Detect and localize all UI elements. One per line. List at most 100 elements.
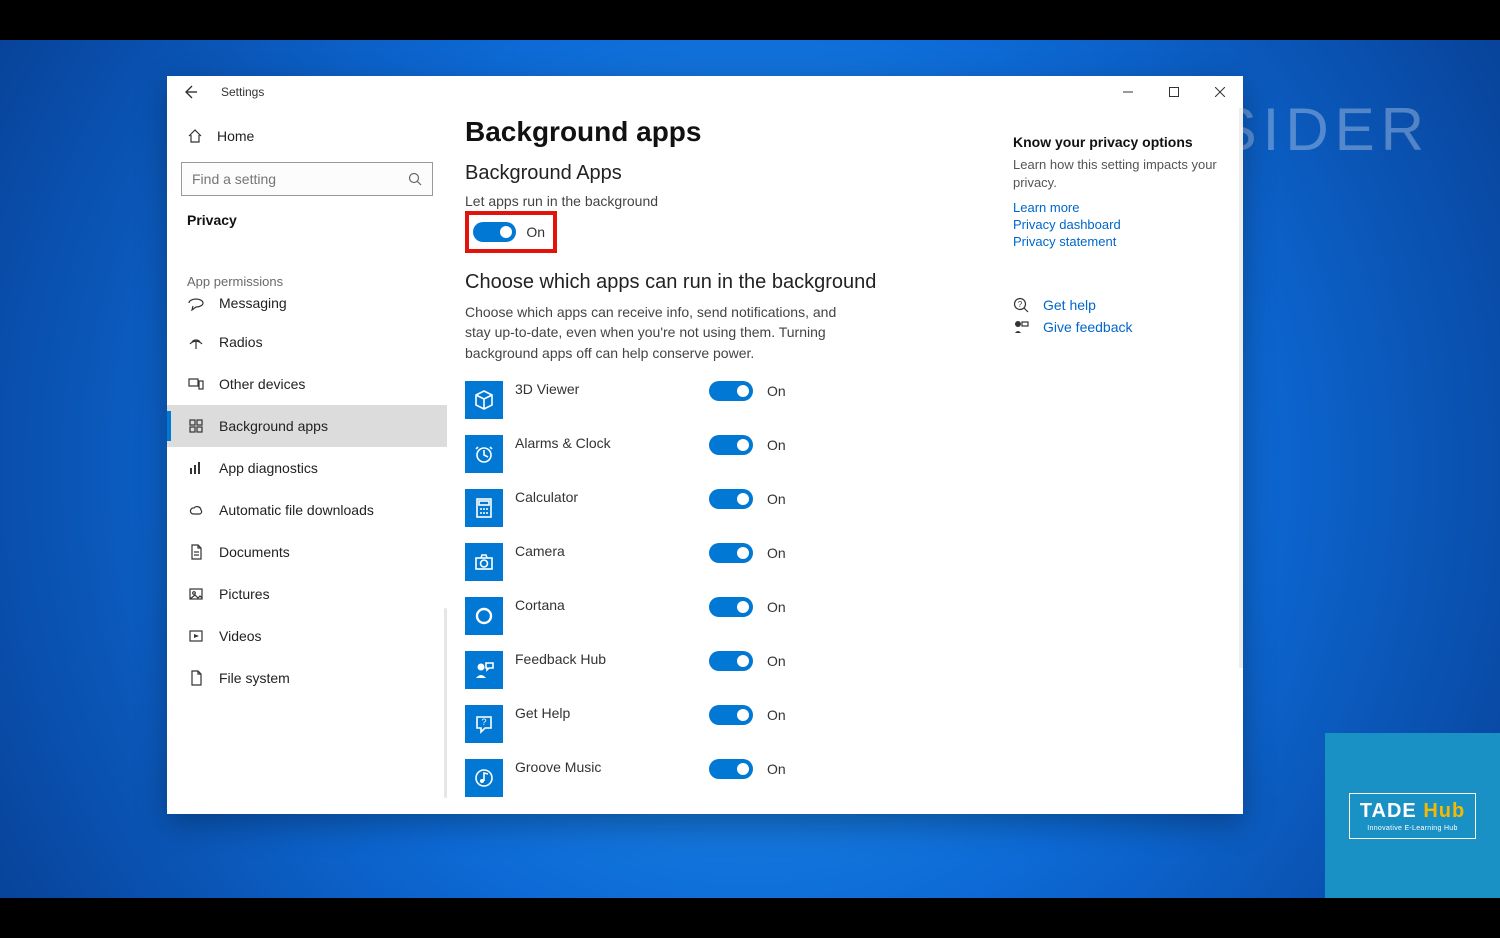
app-toggle[interactable]: [709, 435, 753, 455]
app-name-label: 3D Viewer: [515, 381, 705, 397]
link-learn-more[interactable]: Learn more: [1013, 200, 1231, 215]
app-toggle-wrap: On: [709, 489, 786, 509]
toggle-knob-icon: [500, 226, 512, 238]
sidebar-item-label: File system: [219, 670, 290, 686]
toggle-knob-icon: [737, 547, 749, 559]
letterbox-top: [0, 0, 1500, 40]
app-name-label: Feedback Hub: [515, 651, 705, 667]
radio-icon: [187, 334, 205, 350]
app-toggle-wrap: On: [709, 435, 786, 455]
svg-text:?: ?: [1018, 300, 1023, 309]
app-toggle[interactable]: [709, 651, 753, 671]
file-icon: [187, 670, 205, 686]
sidebar-item-label: Videos: [219, 628, 262, 644]
minimize-button[interactable]: [1105, 76, 1151, 108]
search-input[interactable]: [192, 171, 408, 187]
app-name-label: Cortana: [515, 597, 705, 613]
link-privacy-dashboard[interactable]: Privacy dashboard: [1013, 217, 1231, 232]
sidebar-item-label: App diagnostics: [219, 460, 318, 476]
sidebar-item-file-system[interactable]: File system: [167, 657, 447, 699]
back-button[interactable]: [167, 84, 213, 100]
app-toggle-state: On: [767, 707, 786, 723]
tadehub-tagline: Innovative E-Learning Hub: [1360, 825, 1465, 832]
master-toggle[interactable]: [473, 222, 516, 242]
back-arrow-icon: [182, 84, 198, 100]
sidebar-item-label: Pictures: [219, 586, 270, 602]
app-toggle[interactable]: [709, 489, 753, 509]
help-icon: ?: [465, 705, 503, 743]
content-scrollbar[interactable]: [1239, 108, 1243, 668]
sidebar-item-automatic-file-downloads[interactable]: Automatic file downloads: [167, 489, 447, 531]
app-toggle-state: On: [767, 599, 786, 615]
app-row-get-help: ? Get Help On: [465, 705, 989, 743]
content-area: Background apps Background Apps Let apps…: [447, 108, 1243, 814]
sidebar-item-label: Documents: [219, 544, 290, 560]
search-box[interactable]: [181, 162, 433, 196]
get-help-icon: ?: [1013, 297, 1031, 313]
sidebar-item-documents[interactable]: Documents: [167, 531, 447, 573]
sidebar-item-radios[interactable]: Radios: [167, 321, 447, 363]
search-container: [181, 162, 433, 196]
toggle-knob-icon: [737, 709, 749, 721]
sidepanel-desc: Learn how this setting impacts your priv…: [1013, 156, 1231, 192]
picture-icon: [187, 586, 205, 602]
camera-icon: [465, 543, 503, 581]
cube-icon: [465, 381, 503, 419]
calc-icon: [465, 489, 503, 527]
app-toggle[interactable]: [709, 705, 753, 725]
app-toggle-wrap: On: [709, 759, 786, 779]
sidebar-item-videos[interactable]: Videos: [167, 615, 447, 657]
section2-desc: Choose which apps can receive info, send…: [465, 302, 855, 363]
app-row-calculator: Calculator On: [465, 489, 989, 527]
sidebar-item-background-apps[interactable]: Background apps: [167, 405, 447, 447]
category-header: Privacy: [167, 206, 447, 238]
minimize-icon: [1123, 87, 1133, 97]
titlebar: Settings: [167, 76, 1243, 108]
app-toggle[interactable]: [709, 543, 753, 563]
home-nav-item[interactable]: Home: [167, 116, 447, 156]
sidebar-item-messaging[interactable]: Messaging: [167, 295, 447, 321]
toggle-knob-icon: [737, 439, 749, 451]
link-privacy-statement[interactable]: Privacy statement: [1013, 234, 1231, 249]
home-icon: [187, 128, 203, 144]
search-icon: [408, 172, 422, 186]
app-name-label: Calculator: [515, 489, 705, 505]
app-toggle-state: On: [767, 653, 786, 669]
give-feedback-row[interactable]: Give feedback: [1013, 319, 1231, 335]
app-toggle[interactable]: [709, 381, 753, 401]
sidepanel-title: Know your privacy options: [1013, 134, 1231, 150]
sidebar-item-other-devices[interactable]: Other devices: [167, 363, 447, 405]
svg-text:?: ?: [481, 717, 486, 727]
sidebar-item-pictures[interactable]: Pictures: [167, 573, 447, 615]
master-toggle-label: Let apps run in the background: [465, 193, 989, 209]
maximize-button[interactable]: [1151, 76, 1197, 108]
main-column: Background apps Background Apps Let apps…: [447, 108, 1013, 814]
sidebar-item-label: Background apps: [219, 418, 328, 434]
tadehub-text-b: Hub: [1423, 800, 1465, 822]
app-toggle-state: On: [767, 491, 786, 507]
app-toggle[interactable]: [709, 597, 753, 617]
settings-window: Settings Home: [167, 76, 1243, 814]
app-toggle[interactable]: [709, 759, 753, 779]
tadehub-badge: TADE Hub Innovative E-Learning Hub: [1325, 733, 1500, 898]
app-name-label: Get Help: [515, 705, 705, 721]
doc-icon: [187, 544, 205, 560]
close-icon: [1215, 87, 1225, 97]
page-title: Background apps: [465, 116, 989, 148]
letterbox-bottom: [0, 898, 1500, 938]
sidebar-item-app-diagnostics[interactable]: App diagnostics: [167, 447, 447, 489]
window-body: Home Privacy App permissions MessagingRa…: [167, 108, 1243, 814]
get-help-link[interactable]: Get help: [1043, 297, 1096, 313]
window-controls: [1105, 76, 1243, 108]
app-row-groove-music: Groove MusicOn: [465, 759, 989, 797]
app-toggle-state: On: [767, 545, 786, 561]
app-name-label: Camera: [515, 543, 705, 559]
message-icon: [187, 295, 205, 311]
diag-icon: [187, 460, 205, 476]
close-button[interactable]: [1197, 76, 1243, 108]
give-feedback-link[interactable]: Give feedback: [1043, 319, 1133, 335]
app-toggle-state: On: [767, 383, 786, 399]
app-row-cortana: Cortana On: [465, 597, 989, 635]
get-help-row[interactable]: ? Get help: [1013, 297, 1231, 313]
video-icon: [187, 628, 205, 644]
